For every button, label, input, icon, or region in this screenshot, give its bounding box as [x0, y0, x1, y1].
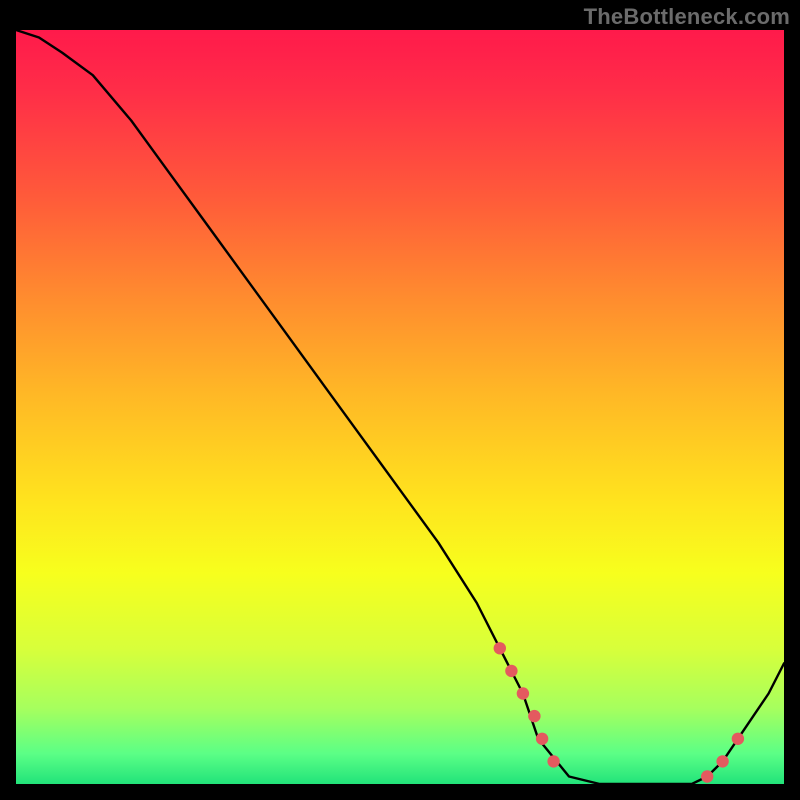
- highlight-dot: [716, 755, 728, 767]
- highlight-dot: [517, 687, 529, 699]
- highlight-dot: [701, 770, 713, 782]
- highlight-dot: [547, 755, 559, 767]
- highlight-dot: [732, 733, 744, 745]
- highlight-dot: [494, 642, 506, 654]
- bottleneck-curve: [16, 30, 784, 784]
- plot-area: [16, 30, 784, 784]
- highlight-dot: [505, 665, 517, 677]
- watermark-text: TheBottleneck.com: [584, 4, 790, 30]
- chart-frame: TheBottleneck.com: [0, 0, 800, 800]
- highlight-dots-group: [494, 642, 745, 783]
- highlight-dot: [536, 733, 548, 745]
- curve-layer: [16, 30, 784, 784]
- highlight-dot: [528, 710, 540, 722]
